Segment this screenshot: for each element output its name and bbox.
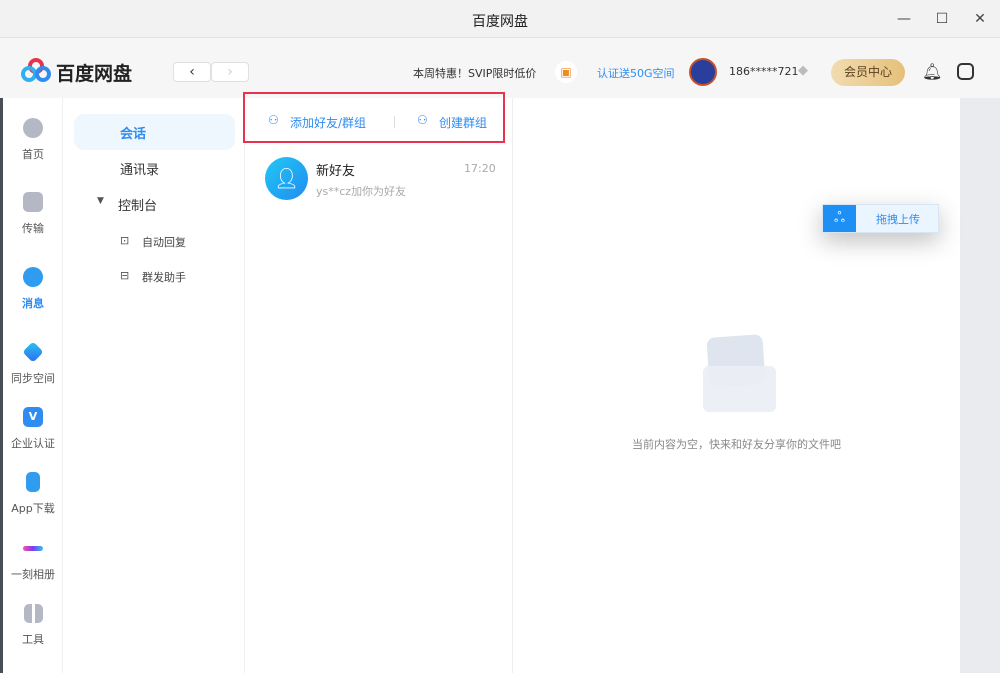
netdisk-logo-icon: ஃ <box>823 205 856 232</box>
username[interactable]: 186*****721 <box>729 65 799 78</box>
highlight-box <box>243 92 505 143</box>
bell-icon[interactable]: 🔔︎ <box>922 62 942 81</box>
settings-icon[interactable] <box>957 63 974 80</box>
nav-label: 会话 <box>120 127 147 142</box>
empty-folder-front <box>703 366 776 412</box>
drag-upload-label: 拖拽上传 <box>876 213 920 226</box>
vip-center-button[interactable]: 会员中心 <box>831 59 905 86</box>
rail-label: 消息 <box>22 297 44 310</box>
rail-item-home[interactable]: 首页 <box>3 118 63 162</box>
rail-label: 同步空间 <box>11 372 55 385</box>
nav-item-broadcast[interactable]: 群发助手 <box>142 269 186 285</box>
back-button[interactable]: ‹ <box>173 62 211 82</box>
avatar[interactable] <box>689 58 717 86</box>
gift-icon[interactable]: ▣ <box>555 61 577 83</box>
icon-rail: 首页 传输 消息 同步空间 V 企业认证 App下载 一刻相册 工具 <box>3 98 63 673</box>
rail-label: 传输 <box>22 222 44 235</box>
rail-item-transfer[interactable]: 传输 <box>3 192 63 236</box>
broadcast-icon: ⊟ <box>120 269 130 282</box>
rail-item-tools[interactable]: 工具 <box>3 604 63 647</box>
maximize-button[interactable]: ☐ <box>931 8 953 30</box>
nav-item-conversations[interactable]: 会话 <box>74 114 235 150</box>
verify-link[interactable]: 认证送50G空间 <box>597 65 675 81</box>
rail-item-messages[interactable]: 消息 <box>3 267 63 311</box>
auto-reply-icon: ⊡ <box>120 234 130 247</box>
album-icon <box>23 546 43 551</box>
tools-grid-icon <box>23 604 43 623</box>
rail-label: 工具 <box>22 633 44 646</box>
empty-state-text: 当前内容为空，快来和好友分享你的文件吧 <box>632 438 841 451</box>
nav-item-contacts[interactable]: 通讯录 <box>120 159 159 178</box>
cloud-icon <box>23 118 43 138</box>
baidu-netdisk-logo-icon <box>21 58 51 82</box>
window-title: 百度网盘 <box>472 14 528 30</box>
conversation-time: 17:20 <box>464 162 496 175</box>
phone-icon <box>26 472 40 492</box>
rail-label: 首页 <box>22 148 44 161</box>
conversation-item[interactable]: 👤︎ 新好友 17:20 ys**cz加你为好友 <box>245 150 513 208</box>
nav-item-auto-reply[interactable]: 自动回复 <box>142 234 186 250</box>
right-strip <box>960 98 1000 673</box>
users-icon <box>23 267 43 287</box>
rail-item-sync[interactable]: 同步空间 <box>3 341 63 386</box>
conversation-name: 新好友 <box>316 164 356 179</box>
minimize-button[interactable]: — <box>893 8 915 30</box>
rail-item-app-download[interactable]: App下载 <box>3 472 63 516</box>
conversation-preview: ys**cz加你为好友 <box>316 185 407 198</box>
title-bar: 百度网盘 — ☐ ✕ <box>0 0 1000 38</box>
nav-item-console[interactable]: 控制台 <box>118 195 157 214</box>
logo-text: 百度网盘 <box>56 63 133 85</box>
caret-down-icon[interactable]: ▼ <box>97 196 104 206</box>
message-nav: 会话 通讯录 ▼ 控制台 ⊡ 自动回复 ⊟ 群发助手 <box>63 98 245 673</box>
promo-link[interactable]: 本周特惠！SVIP限时低价 <box>413 65 536 81</box>
rail-label: 一刻相册 <box>11 568 55 581</box>
rail-item-album[interactable]: 一刻相册 <box>3 538 63 582</box>
forward-button[interactable]: › <box>211 62 249 82</box>
new-friend-avatar-icon: 👤︎ <box>265 157 308 200</box>
conversation-list: ⚇ 添加好友/群组 ⚇ 创建群组 👤︎ 新好友 17:20 ys**cz加你为好… <box>245 98 513 673</box>
diamond-icon: ◆ <box>798 63 808 78</box>
sync-space-icon <box>22 341 44 363</box>
transfer-icon <box>23 192 43 212</box>
drag-upload-widget[interactable]: ஃ 拖拽上传 <box>822 204 939 233</box>
rail-label: App下载 <box>11 502 55 515</box>
verified-v-icon: V <box>23 407 43 427</box>
main-panel: 当前内容为空，快来和好友分享你的文件吧 <box>513 98 960 673</box>
rail-label: 企业认证 <box>11 437 55 450</box>
close-button[interactable]: ✕ <box>969 8 991 30</box>
rail-item-enterprise[interactable]: V 企业认证 <box>3 407 63 451</box>
